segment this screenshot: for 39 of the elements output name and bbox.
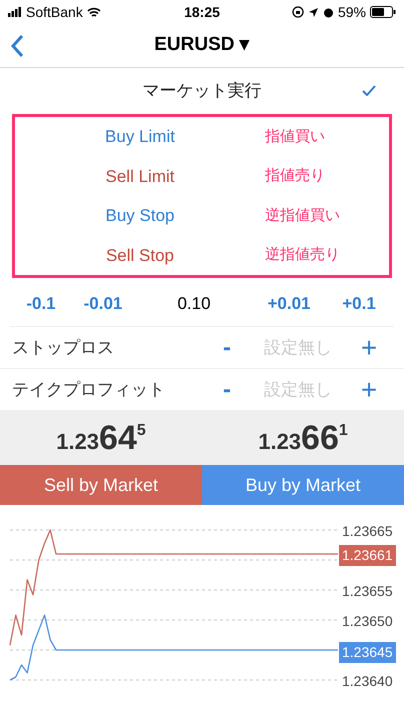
volume-step-button[interactable]: -0.1 bbox=[10, 290, 72, 316]
wifi-icon bbox=[86, 6, 101, 18]
carrier-name: SoftBank bbox=[26, 2, 83, 22]
battery-percent: 59% bbox=[338, 2, 366, 22]
location-icon bbox=[308, 6, 319, 18]
axis-tick-label: 1.23665 bbox=[342, 522, 393, 541]
increase-button[interactable]: + bbox=[354, 326, 384, 368]
bid-price-tag: 1.23645 bbox=[339, 642, 396, 663]
execution-option[interactable]: マーケット実行 bbox=[142, 78, 262, 104]
order-type-option[interactable]: Buy Stop bbox=[15, 203, 265, 228]
market-order-button[interactable]: Sell by Market bbox=[0, 465, 202, 505]
price-quote: 1.2364$^{5}$ bbox=[56, 418, 146, 458]
volume-value: 0.10 bbox=[176, 292, 212, 315]
market-order-button[interactable]: Buy by Market bbox=[202, 465, 404, 505]
annotation-text: 指値売り bbox=[265, 166, 325, 186]
increase-button[interactable]: + bbox=[354, 368, 384, 410]
axis-tick-label: 1.23655 bbox=[342, 582, 393, 601]
order-type-option[interactable]: Sell Limit bbox=[15, 164, 265, 189]
level-label: テイクプロフィット bbox=[12, 378, 166, 401]
volume-step-button[interactable]: -0.01 bbox=[72, 290, 134, 316]
decrease-button[interactable]: - bbox=[212, 372, 242, 408]
signal-icon bbox=[8, 7, 22, 17]
clock-time: 18:25 bbox=[183, 2, 221, 22]
axis-tick-label: 1.23640 bbox=[342, 672, 393, 691]
level-label: ストップロス bbox=[12, 336, 115, 359]
volume-step-button[interactable]: +0.01 bbox=[254, 290, 324, 316]
symbol-title[interactable]: EURUSD ▾ bbox=[154, 31, 250, 60]
axis-tick-label: 1.23650 bbox=[342, 612, 393, 631]
order-type-option[interactable]: Buy Limit bbox=[15, 124, 265, 150]
decrease-button[interactable]: - bbox=[212, 330, 242, 366]
order-type-option[interactable]: Sell Stop bbox=[15, 242, 265, 268]
battery-icon bbox=[370, 6, 396, 18]
price-quote: 1.2366$^{1}$ bbox=[258, 418, 348, 458]
back-button[interactable] bbox=[10, 34, 24, 58]
annotation-text: 逆指値買い bbox=[265, 206, 340, 226]
annotation-text: 指値買い bbox=[265, 126, 325, 146]
ask-price-tag: 1.23661 bbox=[339, 545, 396, 566]
annotation-text: 逆指値売り bbox=[265, 245, 340, 265]
volume-step-button[interactable]: +0.1 bbox=[324, 290, 394, 316]
